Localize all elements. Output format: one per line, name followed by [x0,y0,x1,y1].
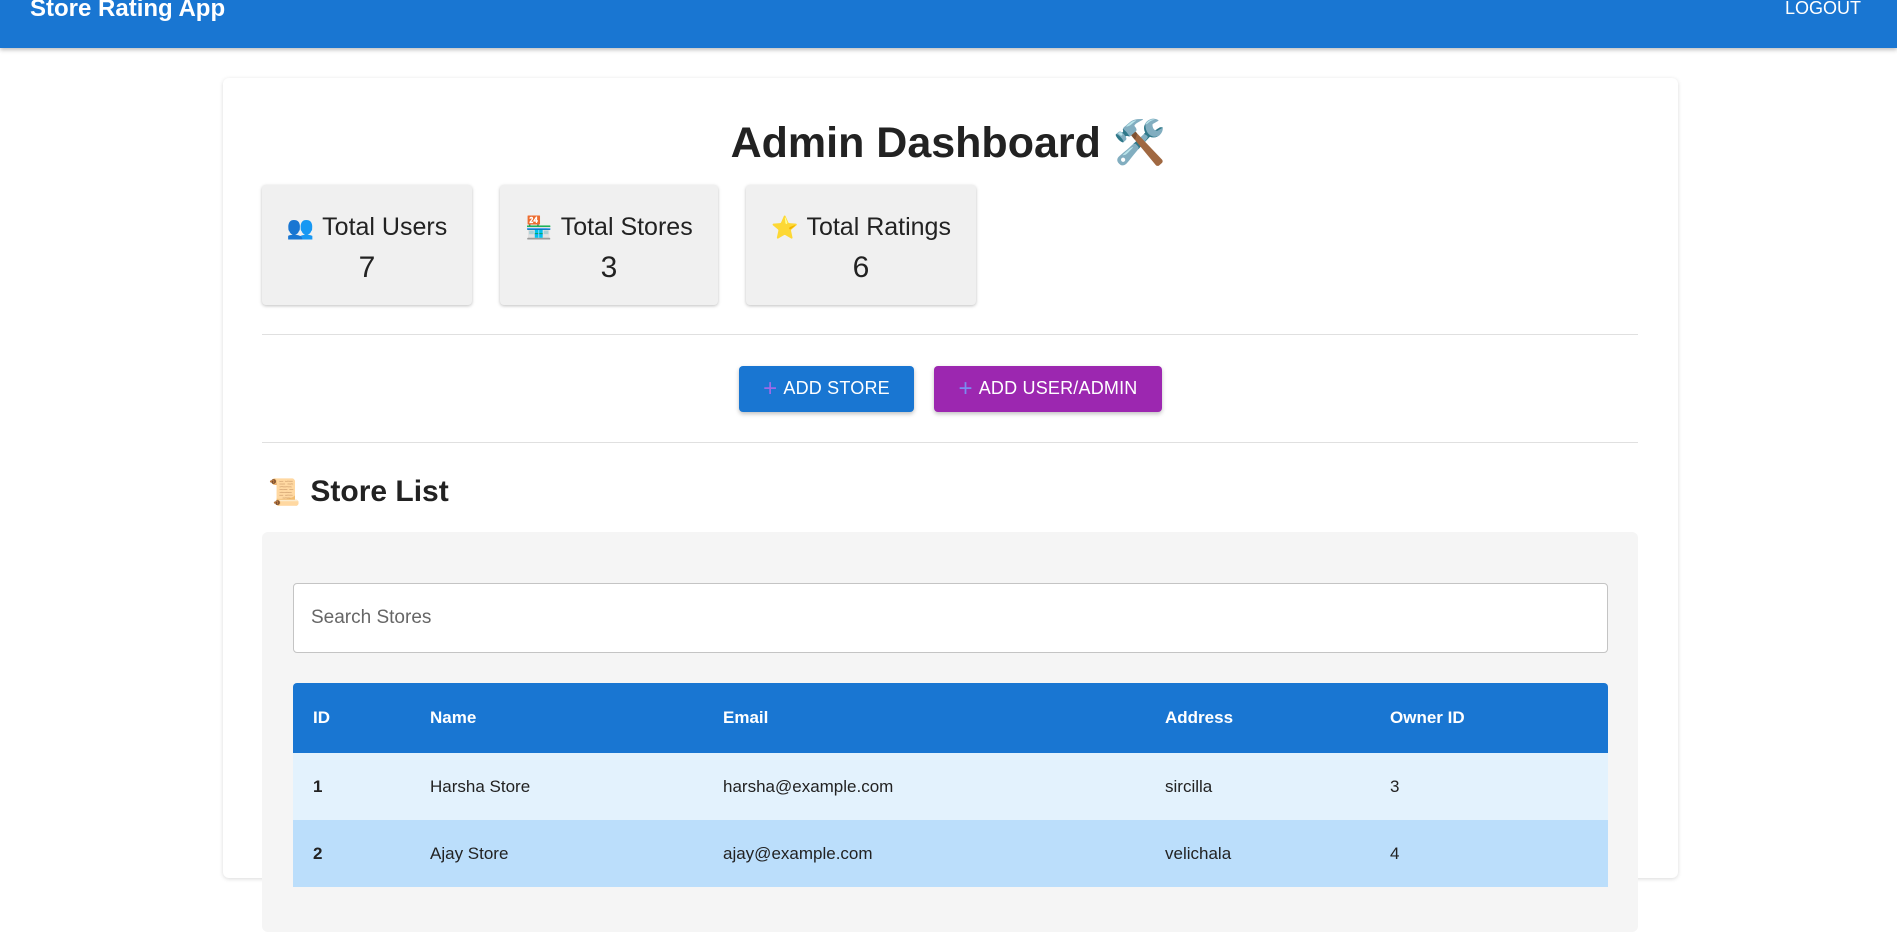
page-title: Admin Dashboard 🛠️ [0,118,1897,168]
users-icon: 👥 [286,215,315,240]
stat-label: Total Users [322,213,448,241]
store-list-title: 📜 Store List [268,474,449,510]
store-list-title-text: Store List [310,475,449,508]
table-header: ID Name Email Address Owner ID [293,683,1608,753]
cell-address: velichala [1165,843,1232,863]
add-store-label: ADD STORE [783,378,890,398]
stat-value: 7 [358,251,376,284]
divider [262,442,1638,443]
cell-name: Harsha Store [430,776,531,796]
table-row[interactable]: 1 Harsha Store harsha@example.com sircil… [293,753,1608,820]
add-user-admin-button[interactable]: + ADD USER/ADMIN [934,366,1162,412]
stat-value: 3 [600,251,618,284]
column-header-id[interactable]: ID [293,708,410,728]
star-icon: ⭐ [771,215,799,240]
cell-email: harsha@example.com [723,776,894,796]
app-title: Store Rating App [30,0,226,22]
scroll-icon: 📜 [268,477,301,507]
store-table: ID Name Email Address Owner ID 1 Harsha … [293,683,1608,887]
plus-icon: + [763,375,778,402]
divider [262,334,1638,335]
cell-id: 1 [313,776,323,796]
search-stores-input[interactable] [293,583,1608,653]
column-header-owner-id[interactable]: Owner ID [1370,708,1608,728]
column-header-email[interactable]: Email [703,708,1145,728]
add-store-button[interactable]: + ADD STORE [739,366,914,412]
cell-address: sircilla [1165,776,1213,796]
cell-name: Ajay Store [430,843,509,863]
logout-button[interactable]: LOGOUT [1785,0,1861,19]
column-header-address[interactable]: Address [1145,708,1370,728]
stat-card-users: 👥 Total Users 7 [262,185,472,305]
stat-card-stores: 🏪 Total Stores 3 [500,185,718,305]
stat-card-ratings: ⭐ Total Ratings 6 [746,185,976,305]
plus-icon: + [958,375,973,402]
cell-id: 2 [313,843,323,863]
stat-value: 6 [852,251,870,284]
column-header-name[interactable]: Name [410,708,703,728]
add-user-admin-label: ADD USER/ADMIN [978,378,1138,398]
cell-email: ajay@example.com [723,843,873,863]
stat-label: Total Stores [560,213,693,241]
table-row[interactable]: 2 Ajay Store ajay@example.com velichala … [293,820,1608,887]
store-icon: 🏪 [525,215,553,240]
tools-icon: 🛠️ [1112,119,1167,167]
cell-owner-id: 4 [1390,843,1400,863]
stat-label: Total Ratings [806,213,951,241]
app-bar: Store Rating App LOGOUT [0,0,1897,48]
page-title-text: Admin Dashboard [730,119,1101,167]
cell-owner-id: 3 [1390,776,1400,796]
